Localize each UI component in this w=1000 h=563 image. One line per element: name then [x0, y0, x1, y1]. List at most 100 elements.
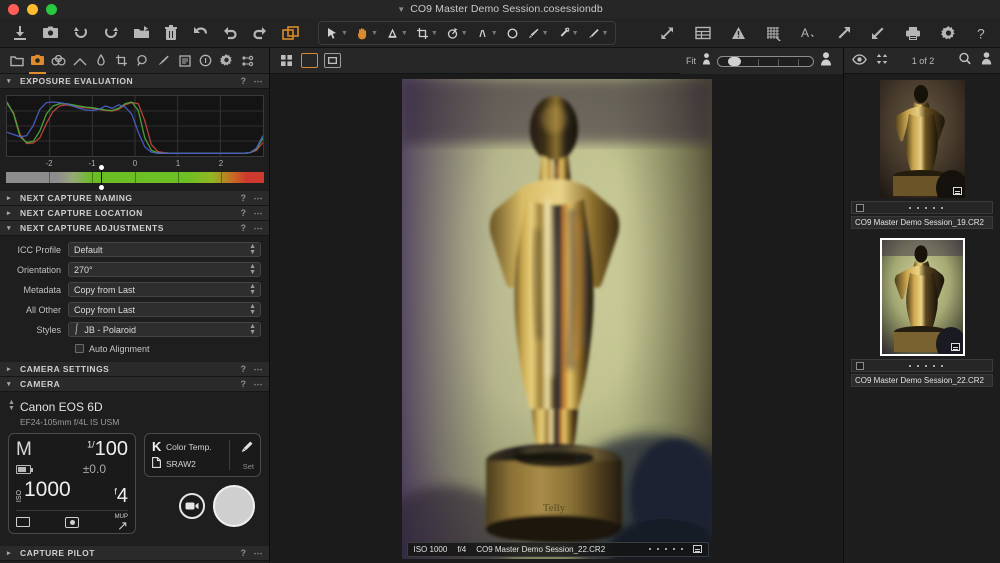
proof-view-button[interactable] [324, 53, 341, 68]
pointer-tool[interactable]: ▼ [323, 27, 351, 40]
thumbnail-size-icon[interactable] [981, 51, 992, 70]
batch-tab[interactable] [237, 50, 258, 72]
overlay-grid-icon[interactable] [766, 26, 781, 41]
exposure-meter-bar[interactable] [6, 165, 264, 190]
thumbnail-checkbox-2[interactable] [856, 361, 864, 370]
metadata-tab[interactable] [174, 50, 195, 72]
iso-value[interactable]: 1000 [24, 478, 71, 502]
orientation-select[interactable]: 270° ▲ ▼ [68, 262, 261, 277]
library-tab[interactable] [6, 50, 27, 72]
zoom-slider-thumb[interactable] [728, 56, 742, 66]
rotate-left-icon[interactable] [73, 25, 89, 41]
section-header-camera[interactable]: ▾ CAMERA ? ⋯ [0, 377, 269, 392]
close-window-button[interactable] [8, 4, 19, 15]
eye-icon[interactable] [852, 52, 867, 70]
rotate-right-icon[interactable] [103, 25, 119, 41]
exposure-compensation-value[interactable]: ±0.0 [83, 462, 106, 476]
exposure-marker[interactable] [99, 165, 105, 190]
crop-tool[interactable]: ▼ [413, 27, 441, 40]
thumbnail-checkbox-1[interactable] [856, 203, 864, 212]
eyedropper-icon[interactable] [240, 440, 254, 459]
section-header-next-capture-location[interactable]: ▸ NEXT CAPTURE LOCATION ? ⋯ [0, 206, 269, 221]
maximize-window-button[interactable] [46, 4, 57, 15]
local-adjust-tab[interactable] [132, 50, 153, 72]
zoom-slider[interactable] [717, 55, 814, 67]
shutter-speed-value[interactable]: 1/100 [87, 438, 128, 461]
erase-tool[interactable]: ▼ [584, 27, 612, 40]
menu-icon[interactable]: ⋯ [254, 379, 264, 390]
thumbnail-rating-1[interactable] [909, 206, 943, 209]
sort-icon[interactable] [876, 52, 888, 70]
preferences-icon[interactable] [941, 25, 956, 41]
icc-profile-select[interactable]: Default ▲ ▼ [68, 242, 261, 257]
exposure-histogram[interactable] [6, 95, 264, 157]
set-white-balance-button[interactable]: Set [243, 462, 254, 471]
details-tab[interactable] [111, 50, 132, 72]
thumbnail-image-1[interactable] [879, 80, 965, 198]
help-icon[interactable]: ? [241, 223, 247, 233]
section-header-next-capture-naming[interactable]: ▸ NEXT CAPTURE NAMING ? ⋯ [0, 191, 269, 206]
camera-icon[interactable] [42, 25, 59, 41]
rotate-tool[interactable]: ▼ [443, 27, 471, 40]
keystone-tool[interactable]: ▼ [473, 27, 501, 40]
list-item[interactable]: CO9 Master Demo Session_22.CR2 [851, 238, 993, 387]
help-icon[interactable]: ? [241, 364, 247, 374]
help-icon[interactable]: ? [241, 548, 247, 558]
menu-icon[interactable]: ⋯ [254, 208, 264, 219]
metadata-select[interactable]: Copy from Last ▲ ▼ [68, 282, 261, 297]
live-view-button[interactable] [179, 493, 205, 519]
styles-select[interactable]: ╱ JB - Polaroid ▲ ▼ [68, 322, 261, 337]
arrow-out-icon[interactable] [837, 26, 851, 40]
auto-alignment-row[interactable]: Auto Alignment [8, 341, 261, 356]
arrow-in-icon[interactable] [871, 26, 885, 40]
menu-icon[interactable]: ⋯ [254, 76, 264, 87]
primary-image-frame[interactable]: Telly ISO 1000 f/4 CO9 Master Demo Sessi… [401, 78, 712, 559]
section-header-next-capture-adjustments[interactable]: ▾ NEXT CAPTURE ADJUSTMENTS ? ⋯ [0, 221, 269, 236]
help-icon[interactable]: ? [241, 76, 247, 86]
mirror-lockup-control[interactable]: MUP ↗ [115, 514, 128, 532]
warning-icon[interactable] [731, 26, 746, 40]
spot-tool[interactable] [503, 27, 522, 40]
import-icon[interactable] [12, 25, 28, 41]
aperture-value[interactable]: f4 [114, 485, 128, 508]
output-tab[interactable] [216, 50, 237, 72]
multi-view-button[interactable] [278, 53, 295, 68]
color-tab[interactable] [69, 50, 90, 72]
grid-view-icon[interactable] [695, 26, 711, 40]
section-header-camera-settings[interactable]: ▸ CAMERA SETTINGS ? ⋯ [0, 362, 269, 377]
fullscreen-icon[interactable] [660, 26, 675, 41]
help-icon[interactable]: ? [976, 26, 988, 41]
exposure-mode-value[interactable]: M [16, 439, 32, 461]
help-icon[interactable]: ? [241, 208, 247, 218]
undo-icon[interactable] [222, 25, 238, 41]
pan-tool[interactable]: ▼ [353, 27, 381, 40]
draw-mask-tool[interactable]: ▼ [524, 27, 552, 40]
lens-tab[interactable] [48, 50, 69, 72]
styles-tab[interactable] [153, 50, 174, 72]
menu-icon[interactable]: ⋯ [254, 193, 264, 204]
drive-mode-icon[interactable] [16, 517, 30, 527]
all-other-select[interactable]: Copy from Last ▲ ▼ [68, 302, 261, 317]
viewer-stage[interactable]: Telly ISO 1000 f/4 CO9 Master Demo Sessi… [270, 74, 843, 563]
menu-icon[interactable]: ⋯ [254, 548, 264, 559]
camera-select-icon[interactable]: ▲ ▼ [8, 398, 15, 412]
section-header-exposure-evaluation[interactable]: ▾ EXPOSURE EVALUATION ? ⋯ [0, 74, 269, 89]
image-rating[interactable] [648, 548, 683, 550]
thumbnail-image-2[interactable] [879, 238, 965, 356]
print-icon[interactable] [905, 26, 921, 41]
annotation-icon[interactable]: A [801, 26, 817, 41]
info-tab[interactable] [195, 50, 216, 72]
photo-award-statuette[interactable]: Telly [401, 78, 712, 559]
section-header-capture-pilot[interactable]: ▸ CAPTURE PILOT ? ⋯ [0, 546, 269, 561]
auto-alignment-checkbox[interactable] [75, 344, 84, 353]
help-icon[interactable]: ? [241, 379, 247, 389]
trash-icon[interactable] [164, 25, 178, 41]
list-item[interactable]: CO9 Master Demo Session_19.CR2 [851, 80, 993, 229]
copy-apply-icon[interactable] [282, 25, 300, 41]
minimize-window-button[interactable] [27, 4, 38, 15]
capture-button[interactable] [213, 485, 255, 527]
primary-view-button[interactable] [301, 53, 318, 68]
help-icon[interactable]: ? [241, 193, 247, 203]
heal-tool[interactable]: ▼ [554, 27, 582, 40]
search-icon[interactable] [958, 52, 972, 70]
